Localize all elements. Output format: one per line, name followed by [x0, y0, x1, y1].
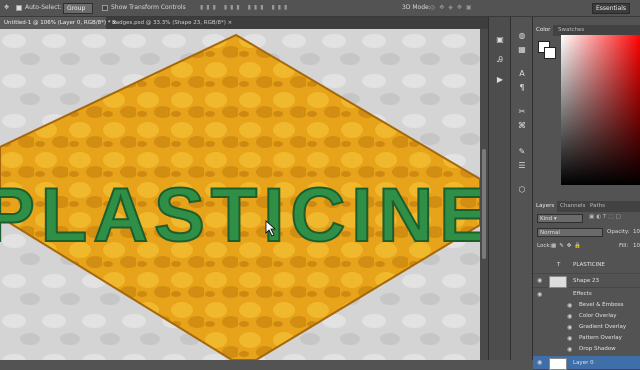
layer-name: PLASTICINE — [573, 262, 605, 268]
tab-color[interactable]: Color — [533, 25, 554, 36]
sliders-icon[interactable]: ☰ — [516, 161, 528, 171]
layer-row-shape23[interactable]: ◉ Shape 23 — [533, 274, 640, 288]
canvas-artwork: PLASTICINE — [0, 29, 480, 360]
effect-row[interactable]: ◉ Gradient Overlay — [533, 322, 640, 333]
collapsed-panel-strip: ▣ Ꭿ ▶ — [488, 17, 511, 360]
blend-mode-value: Normal — [540, 230, 560, 236]
tab-layers[interactable]: Layers — [533, 201, 558, 212]
document-canvas[interactable]: PLASTICINE — [0, 29, 480, 360]
3d-icon[interactable]: ⬡ — [516, 185, 528, 195]
close-icon[interactable]: × — [228, 20, 233, 26]
effects-row[interactable]: ◉ Effects — [533, 288, 640, 300]
panel-icon-strip: ◍ ▦ A ¶ ✂ ⌘ ✎ ☰ ⬡ — [510, 17, 533, 360]
doc-tab-untitled[interactable]: Untitled-1 @ 106% (Layer 0, RGB/8*) * × — [0, 17, 117, 29]
eye-icon[interactable]: ◉ — [567, 346, 572, 353]
align-icons[interactable]: ▮▮▮ ▮▮▮ ▮▮▮ ▮▮▮ — [200, 4, 290, 11]
auto-select-checkbox[interactable] — [16, 5, 22, 11]
auto-select-label: Auto-Select: — [25, 4, 62, 11]
color-icon[interactable]: ◍ — [516, 31, 528, 41]
mode-3d-label: 3D Mode: — [402, 4, 431, 11]
eye-icon[interactable]: ◉ — [567, 313, 572, 320]
eye-icon[interactable]: ◉ — [567, 302, 572, 309]
effects-label: Effects — [573, 291, 592, 297]
brush-icon[interactable]: ✎ — [516, 147, 528, 157]
play-icon[interactable]: ▶ — [494, 75, 506, 85]
auto-select-mode-dropdown[interactable]: Group — [63, 3, 93, 14]
show-transform-label: Show Transform Controls — [111, 4, 186, 11]
type-layer-icon: T — [557, 262, 561, 268]
fill-label: Fill: — [619, 243, 629, 249]
scrollbar-thumb[interactable] — [482, 149, 486, 259]
tab-channels[interactable]: Channels — [557, 201, 588, 212]
fill-value[interactable]: 10 — [633, 243, 640, 252]
layer-name: Layer 0 — [573, 360, 594, 366]
document-tabs: Untitled-1 @ 106% (Layer 0, RGB/8*) * × … — [0, 17, 488, 29]
color-picker-field[interactable] — [561, 35, 640, 185]
background-swatch[interactable] — [544, 47, 556, 59]
type-icon[interactable]: A — [516, 69, 528, 79]
effect-name: Gradient Overlay — [579, 324, 627, 330]
effect-row[interactable]: ◉ Drop Shadow — [533, 344, 640, 355]
layer-thumbnail — [549, 276, 567, 288]
3d-mode-icons[interactable]: ◎✥◈✥▣ — [430, 4, 476, 11]
effect-name: Drop Shadow — [579, 346, 616, 352]
lock-icons[interactable]: ▦✎✥🔒 — [551, 243, 584, 252]
filter-kind-value: Kind — [540, 216, 553, 222]
layer-filter-dropdown[interactable]: Kind ▾ — [537, 214, 583, 223]
layers-panel-tabs: Layers Channels Paths — [533, 201, 640, 212]
doc-tab-badges[interactable]: Badges.psd @ 33.3% (Shape 23, RGB/8*) × — [108, 17, 248, 29]
adjustments-icon[interactable]: ▦ — [516, 45, 528, 55]
tab-paths[interactable]: Paths — [587, 201, 608, 212]
eye-icon[interactable]: ◉ — [567, 324, 572, 331]
vertical-scrollbar[interactable] — [480, 29, 488, 360]
opacity-label: Opacity: — [607, 229, 630, 235]
eye-icon[interactable]: ◉ — [537, 277, 542, 284]
move-tool-icon[interactable]: ✥ — [4, 4, 9, 11]
effect-name: Bevel & Emboss — [579, 302, 624, 308]
blend-mode-dropdown[interactable]: Normal — [537, 228, 603, 237]
tools-icon[interactable]: ✂ — [516, 107, 528, 117]
plasticine-text: PLASTICINE — [0, 173, 480, 258]
eye-icon[interactable]: ◉ — [537, 291, 542, 298]
filter-icons[interactable]: ▣◐T⬚▢ — [589, 214, 623, 223]
options-bar: ✥ Auto-Select: Group Show Transform Cont… — [0, 0, 640, 17]
eye-icon[interactable]: ◉ — [537, 359, 542, 366]
effect-row[interactable]: ◉ Pattern Overlay — [533, 333, 640, 344]
eye-icon[interactable]: ◉ — [567, 335, 572, 342]
doc-tab-label: Badges.psd @ 33.3% (Shape 23, RGB/8*) — [112, 20, 226, 26]
history-icon[interactable]: ▣ — [494, 35, 506, 45]
effect-row[interactable]: ◉ Color Overlay — [533, 311, 640, 322]
right-panel: Color Swatches Layers Channels Paths Kin… — [532, 17, 640, 370]
properties-icon[interactable]: Ꭿ — [494, 55, 506, 65]
opacity-value[interactable]: 10 — [633, 229, 640, 238]
paragraph-icon[interactable]: ¶ — [516, 83, 528, 93]
effect-row[interactable]: ◉ Bevel & Emboss — [533, 300, 640, 311]
doc-tab-label: Untitled-1 @ 106% (Layer 0, RGB/8*) * — [4, 20, 111, 26]
layer-row-plasticine[interactable]: T PLASTICINE — [533, 258, 640, 274]
effect-name: Color Overlay — [579, 313, 617, 319]
lock-label: Lock: — [537, 243, 552, 249]
effect-name: Pattern Overlay — [579, 335, 622, 341]
clone-icon[interactable]: ⌘ — [516, 121, 528, 131]
show-transform-checkbox[interactable] — [102, 5, 108, 11]
layer-name: Shape 23 — [573, 278, 599, 284]
layer-row-layer0[interactable]: ◉ Layer 0 — [533, 356, 640, 370]
workspace-switcher[interactable]: Essentials — [592, 3, 630, 14]
